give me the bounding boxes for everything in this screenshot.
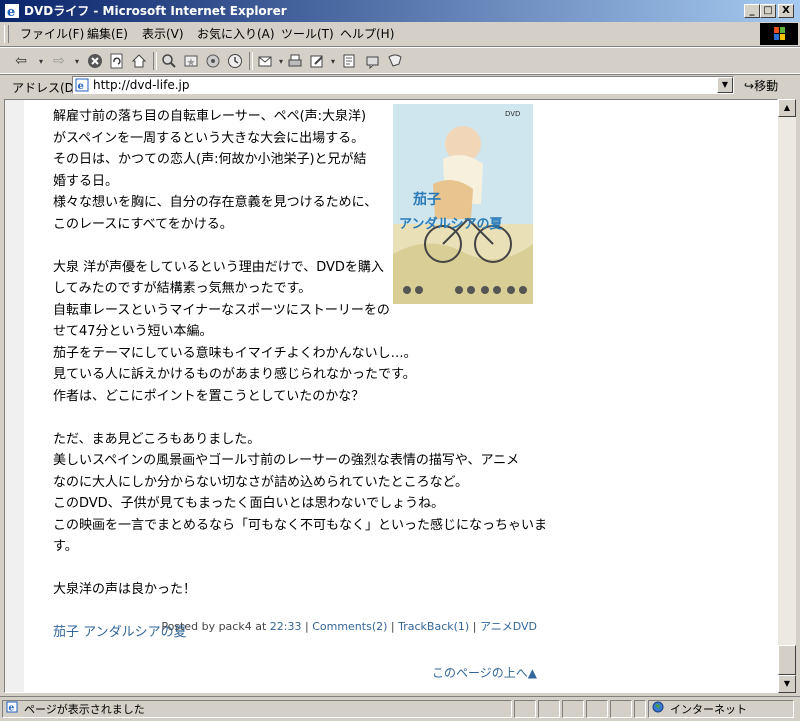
- refresh-icon[interactable]: [108, 52, 126, 70]
- comments-link[interactable]: Comments(2): [312, 620, 387, 633]
- page-left-margin: [5, 100, 24, 692]
- svg-text:e: e: [78, 81, 84, 92]
- article-paragraph: ただ、まあ見どころもありました。 美しいスペインの風景画やゴール寸前のレーサーの…: [53, 429, 553, 558]
- dvd-cover-title1: 茄子: [412, 191, 441, 208]
- text-line: このDVD、子供が見てもまったく面白いとは思わないでしょうね。: [53, 496, 445, 511]
- status-panel-empty: [610, 700, 632, 718]
- text-line: がスペインを一周するという大きな大会に出場する。: [53, 130, 365, 146]
- text-line: なのに大人にしか分からない切なさが詰め込められていたところなど。: [53, 474, 468, 490]
- status-text: ページが表示されました: [24, 703, 145, 716]
- scroll-up-button[interactable]: ▲: [778, 99, 796, 117]
- address-box[interactable]: e ▼: [72, 76, 734, 94]
- back-dropdown-icon[interactable]: ▾: [32, 52, 50, 70]
- text-line: 茄子をテーマにしている意味もイマイチよくわかんないし…。: [53, 345, 417, 361]
- meta-separator: |: [472, 620, 477, 633]
- forward-icon[interactable]: ⇨: [50, 52, 68, 70]
- svg-text:e: e: [9, 704, 15, 714]
- close-button[interactable]: X: [778, 4, 794, 18]
- status-panel-empty: [562, 700, 584, 718]
- address-label: アドレス(D): [12, 81, 79, 95]
- dvd-cover-title2: アンダルシアの夏: [399, 216, 503, 232]
- text-line: 作者は、どこにポイントを置こうとしていたのかな？: [53, 388, 365, 404]
- menu-help[interactable]: ヘルプ(H): [340, 27, 394, 41]
- text-line: 自転車レースというマイナーなスポーツにストーリーをの: [53, 302, 390, 318]
- title-bar[interactable]: e DVDライフ - Microsoft Internet Explorer _…: [0, 0, 800, 22]
- favorites-icon[interactable]: [182, 52, 200, 70]
- text-line: この映画を一言でまとめるなら「可もなく不可もなく」といった感じになっちゃいます。: [53, 517, 548, 555]
- address-input[interactable]: [93, 77, 703, 93]
- status-bar: e ページが表示されました インターネット: [0, 696, 800, 721]
- go-button[interactable]: ↪移動: [744, 77, 778, 94]
- maximize-button[interactable]: □: [760, 4, 776, 18]
- history-icon[interactable]: [226, 52, 244, 70]
- address-dropdown-icon[interactable]: ▼: [717, 77, 733, 93]
- home-icon[interactable]: [130, 52, 148, 70]
- toolbar: ⇦ ▾ ⇨ ▾ ▾ ▾: [0, 47, 800, 75]
- text-line: 美しいスペインの風景画やゴール寸前のレーサーの強烈な表情の描写や、アニメ: [53, 453, 520, 468]
- menu-tools[interactable]: ツール(T): [281, 27, 334, 41]
- status-panel-empty: [514, 700, 536, 718]
- zone-text: インターネット: [670, 703, 747, 716]
- search-icon[interactable]: [160, 52, 178, 70]
- post-time-link[interactable]: 22:33: [270, 620, 302, 633]
- page-icon: e: [75, 78, 89, 92]
- page-status-icon: e: [6, 701, 20, 718]
- menu-grip[interactable]: [4, 25, 9, 43]
- text-line: してみたのですが結構素っ気無かったです。: [53, 281, 312, 296]
- text-line: その日は、かつての恋人(声:何故か小池栄子)と兄が結: [53, 152, 367, 167]
- page-viewport[interactable]: 解雇寸前の落ち目の自転車レーサー、ペペ(声:大泉洋) がスペインを一周するという…: [4, 99, 778, 693]
- status-panel-empty: [634, 700, 646, 718]
- go-arrow-icon: ↪: [744, 79, 755, 93]
- toolbar-separator: [153, 52, 157, 70]
- security-zone-panel[interactable]: インターネット: [648, 700, 794, 718]
- text-line: 大泉洋の声は良かった！: [53, 582, 197, 597]
- ie-logo-icon: e: [5, 4, 19, 19]
- media-icon[interactable]: [204, 52, 222, 70]
- windows-logo-icon: [760, 23, 798, 45]
- vertical-scrollbar[interactable]: ▲ ▼: [778, 99, 796, 693]
- address-bar: アドレス(D) e ▼ ↪移動: [0, 73, 800, 98]
- go-label: 移動: [754, 79, 779, 93]
- menu-bar: ファイル(F) 編集(E) 表示(V) お気に入り(A) ツール(T) ヘルプ(…: [0, 22, 800, 47]
- globe-icon: [652, 701, 666, 718]
- text-line: せて47分という短い本編。: [53, 324, 213, 339]
- menu-favorites[interactable]: お気に入り(A): [197, 27, 275, 41]
- text-line: ただ、まあ見どころもありました。: [53, 431, 261, 447]
- text-line: 大泉 洋が声優をしているという理由だけで、DVDを購入: [53, 259, 384, 275]
- menu-view[interactable]: 表示(V): [142, 27, 184, 41]
- back-icon[interactable]: ⇦: [12, 52, 30, 70]
- status-panel-empty: [538, 700, 560, 718]
- forward-dropdown-icon[interactable]: ▾: [68, 52, 86, 70]
- toolbar-separator: [249, 52, 253, 70]
- stop-icon[interactable]: [86, 52, 104, 70]
- window-title: DVDライフ - Microsoft Internet Explorer: [24, 4, 287, 18]
- text-line: 見ている人に訴えかけるものがあまり感じられなかったです。: [53, 367, 416, 382]
- dvd-cover-image[interactable]: 茄子 アンダルシアの夏 DVD: [393, 104, 533, 304]
- text-line: 様々な想いを胸に、自分の存在意義を見つけるために、: [53, 195, 378, 210]
- scroll-down-button[interactable]: ▼: [778, 675, 796, 693]
- status-panel-empty: [586, 700, 608, 718]
- page-top-link[interactable]: このページの上へ▲: [53, 664, 537, 681]
- discuss-icon[interactable]: [340, 52, 358, 70]
- text-line: 婚する日。: [53, 173, 119, 189]
- svg-text:e: e: [7, 5, 15, 19]
- post-meta: Posted by pack4 at 22:33 | Comments(2) |…: [53, 618, 537, 634]
- scroll-thumb[interactable]: [778, 645, 796, 675]
- text-line: このレースにすべてをかける。: [53, 216, 233, 232]
- category-link[interactable]: アニメDVD: [480, 620, 537, 633]
- meta-separator: |: [304, 620, 309, 633]
- article-paragraph: 大泉洋の声は良かった！: [53, 579, 553, 601]
- text-line: 解雇寸前の落ち目の自転車レーサー、ペペ(声:大泉洋): [53, 109, 367, 124]
- status-message-panel: e ページが表示されました: [2, 700, 512, 718]
- messenger-icon[interactable]: [364, 52, 382, 70]
- trackback-link[interactable]: TrackBack(1): [398, 620, 469, 633]
- minimize-button[interactable]: _: [744, 4, 760, 18]
- posted-by: Posted by pack4 at: [161, 620, 267, 633]
- menu-file[interactable]: ファイル(F): [20, 27, 84, 41]
- meta-separator: |: [390, 620, 395, 633]
- dvd-badge: DVD: [505, 110, 520, 118]
- menu-edit[interactable]: 編集(E): [87, 27, 128, 41]
- print-icon[interactable]: [286, 52, 304, 70]
- research-icon[interactable]: [386, 52, 404, 70]
